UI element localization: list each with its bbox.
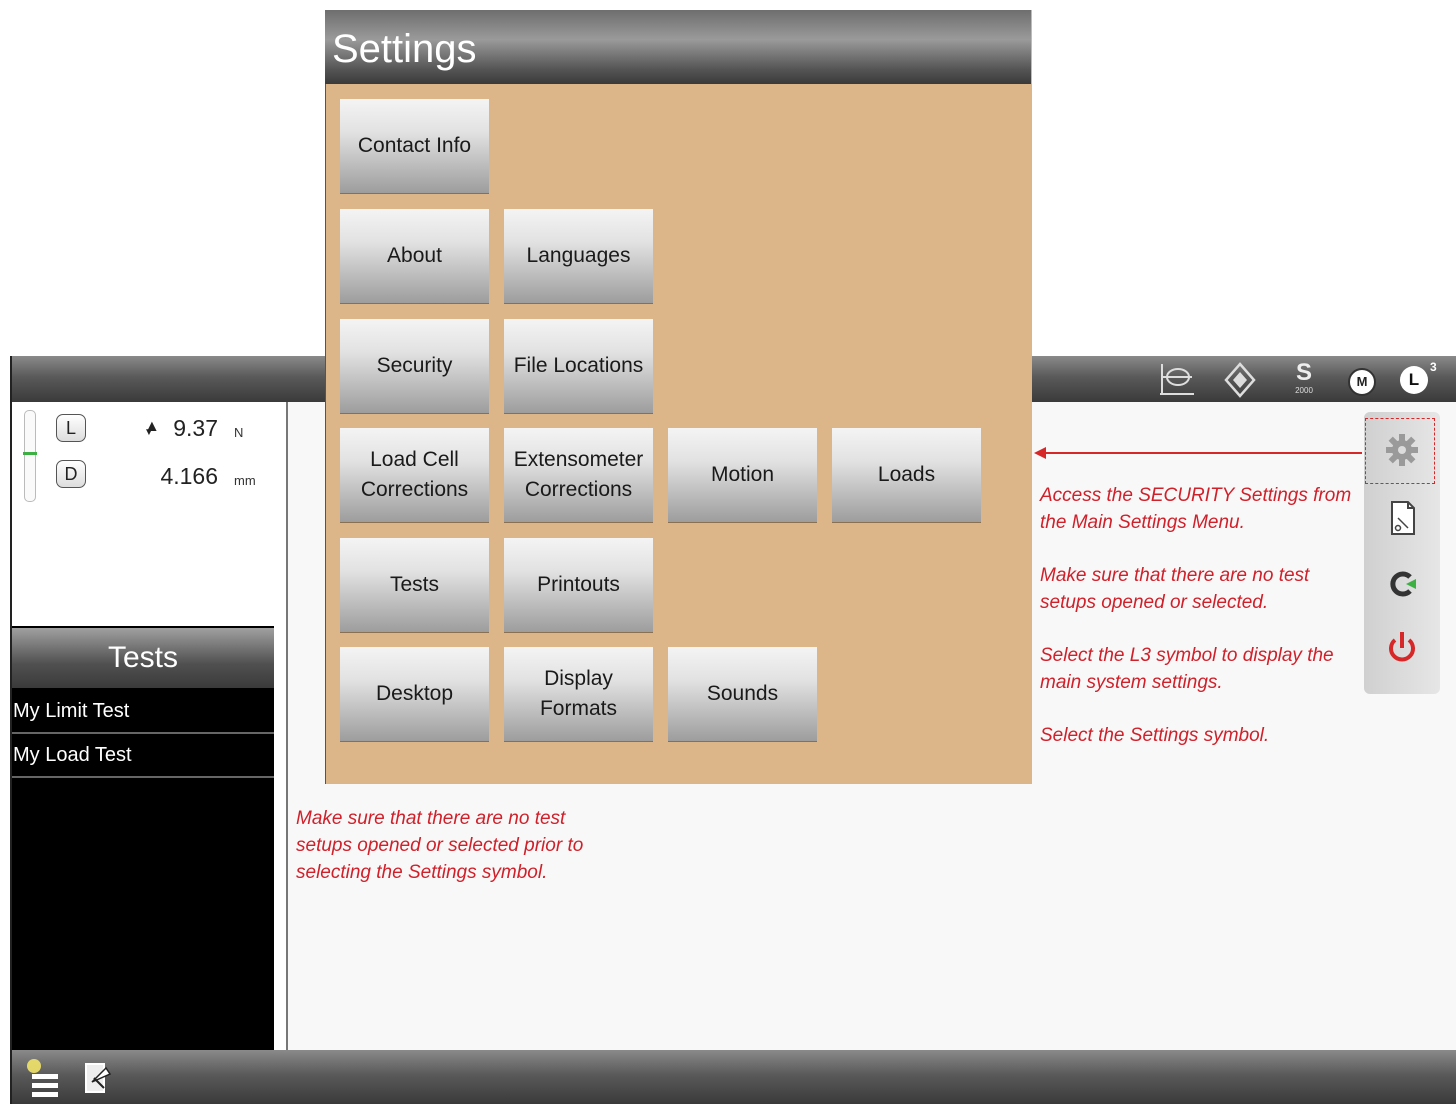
compass-icon[interactable]	[1222, 360, 1258, 400]
printouts-button[interactable]: Printouts	[504, 538, 653, 632]
list-item[interactable]: My Limit Test	[12, 690, 274, 734]
extensometer-corrections-button[interactable]: Extensometer Corrections	[504, 428, 653, 522]
new-test-menu-icon[interactable]	[24, 1056, 64, 1100]
languages-button[interactable]: Languages	[504, 209, 653, 303]
annotation-select-l3: Select the L3 symbol to display the main…	[1040, 645, 1334, 693]
distance-value: 4.166	[160, 463, 218, 489]
bottom-bar	[10, 1050, 1456, 1104]
about-button[interactable]: About	[340, 209, 489, 303]
panel-divider[interactable]	[274, 402, 286, 1050]
gear-icon[interactable]	[1380, 428, 1424, 472]
annotation-access-security: Access the SECURITY Settings from the Ma…	[1040, 485, 1352, 533]
power-icon[interactable]	[1380, 626, 1424, 670]
annotation-no-setups: Make sure that there are no test setups …	[1040, 565, 1310, 613]
l3-label: L	[1400, 366, 1428, 394]
s2000-icon[interactable]: S 2000	[1284, 360, 1324, 400]
s2000-sub-label: 2000	[1295, 386, 1313, 395]
display-formats-button[interactable]: Display Formats	[504, 647, 653, 741]
loads-button[interactable]: Loads	[832, 428, 981, 522]
load-value: 9.37	[173, 415, 218, 441]
message-label: M	[1348, 368, 1376, 396]
load-cell-corrections-button[interactable]: Load Cell Corrections	[340, 428, 489, 522]
distance-unit: mm	[234, 473, 256, 488]
l3-superscript: 3	[1430, 360, 1437, 374]
graph-icon[interactable]	[1156, 360, 1198, 400]
refresh-icon[interactable]	[1380, 562, 1424, 606]
message-icon[interactable]: M	[1348, 360, 1378, 400]
list-item[interactable]: My Load Test	[12, 734, 274, 778]
sounds-button[interactable]: Sounds	[668, 647, 817, 741]
load-unit: N	[234, 425, 244, 440]
annotation-arrowhead	[1034, 447, 1046, 459]
s2000-label: S	[1295, 359, 1312, 386]
l3-icon[interactable]: L 3	[1400, 360, 1446, 400]
tests-button[interactable]: Tests	[340, 538, 489, 632]
annotation-select-settings: Select the Settings symbol.	[1040, 725, 1270, 746]
document-icon[interactable]	[1380, 496, 1424, 540]
slider-indicator	[23, 452, 37, 455]
export-icon[interactable]	[82, 1060, 116, 1098]
desktop-button[interactable]: Desktop	[340, 647, 489, 741]
contact-info-button[interactable]: Contact Info	[340, 99, 489, 193]
annotation-arrow	[1040, 452, 1362, 454]
channel-button-load[interactable]: L	[56, 414, 86, 442]
settings-title: Settings	[325, 10, 1031, 84]
position-slider[interactable]	[24, 410, 36, 502]
file-locations-button[interactable]: File Locations	[504, 319, 653, 413]
channel-button-distance[interactable]: D	[56, 460, 86, 488]
annotation-bottom-note: Make sure that there are no test setups …	[296, 808, 584, 883]
motion-button[interactable]: Motion	[668, 428, 817, 522]
security-button[interactable]: Security	[340, 319, 489, 413]
tests-header: Tests	[12, 628, 274, 688]
